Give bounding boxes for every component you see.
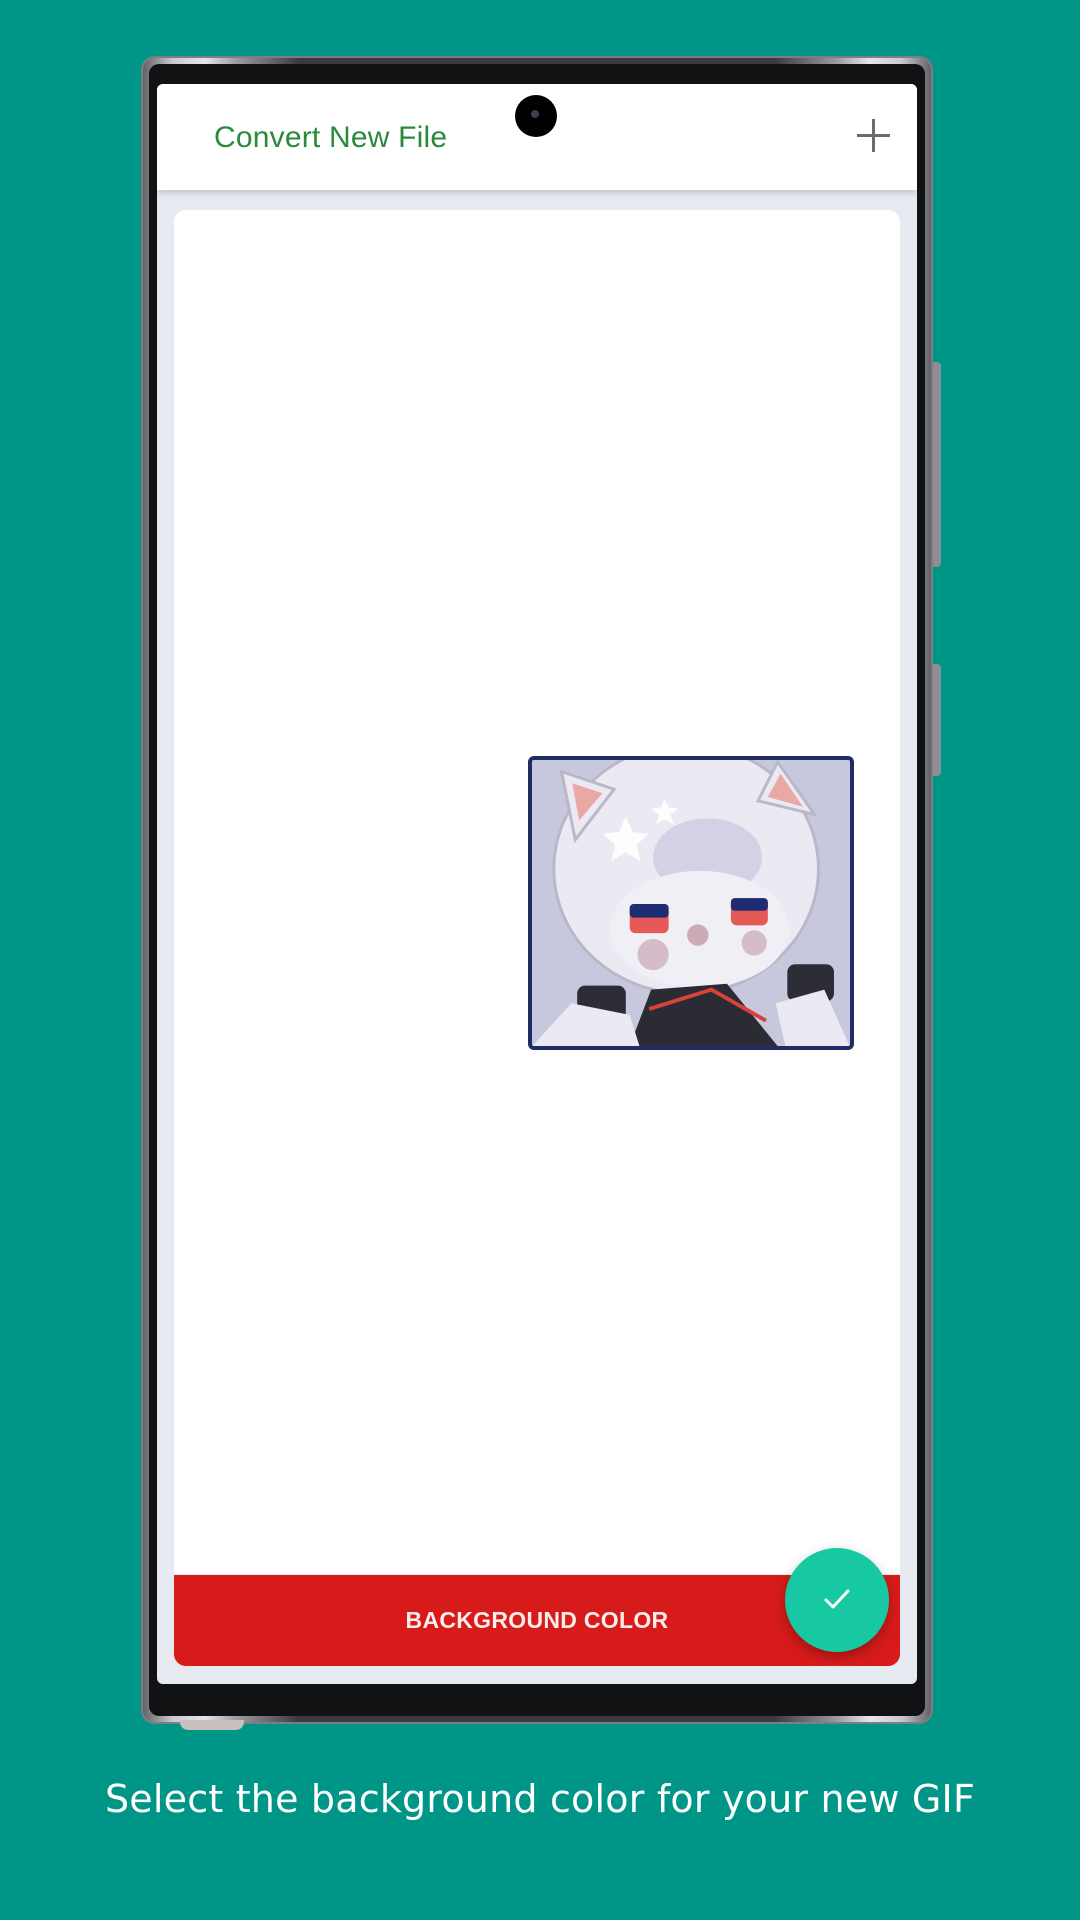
power-button [933,362,941,567]
check-icon [824,1589,850,1609]
anime-character-illustration [532,760,850,1046]
confirm-button[interactable] [785,1548,889,1652]
gif-preview-card [174,210,900,1664]
gif-preview-image [528,756,854,1050]
app-title: Convert New File [214,121,448,154]
app-promo-screen: Convert New File BACKGROUND COLOR Select… [0,0,1080,1920]
volume-button [933,664,941,776]
plus-icon[interactable] [851,112,899,160]
promo-caption: Select the background color for your new… [104,1777,976,1821]
front-camera [515,95,557,137]
phone-screen: Convert New File BACKGROUND COLOR [157,84,917,1684]
phone-stylus-slot [180,1720,244,1730]
